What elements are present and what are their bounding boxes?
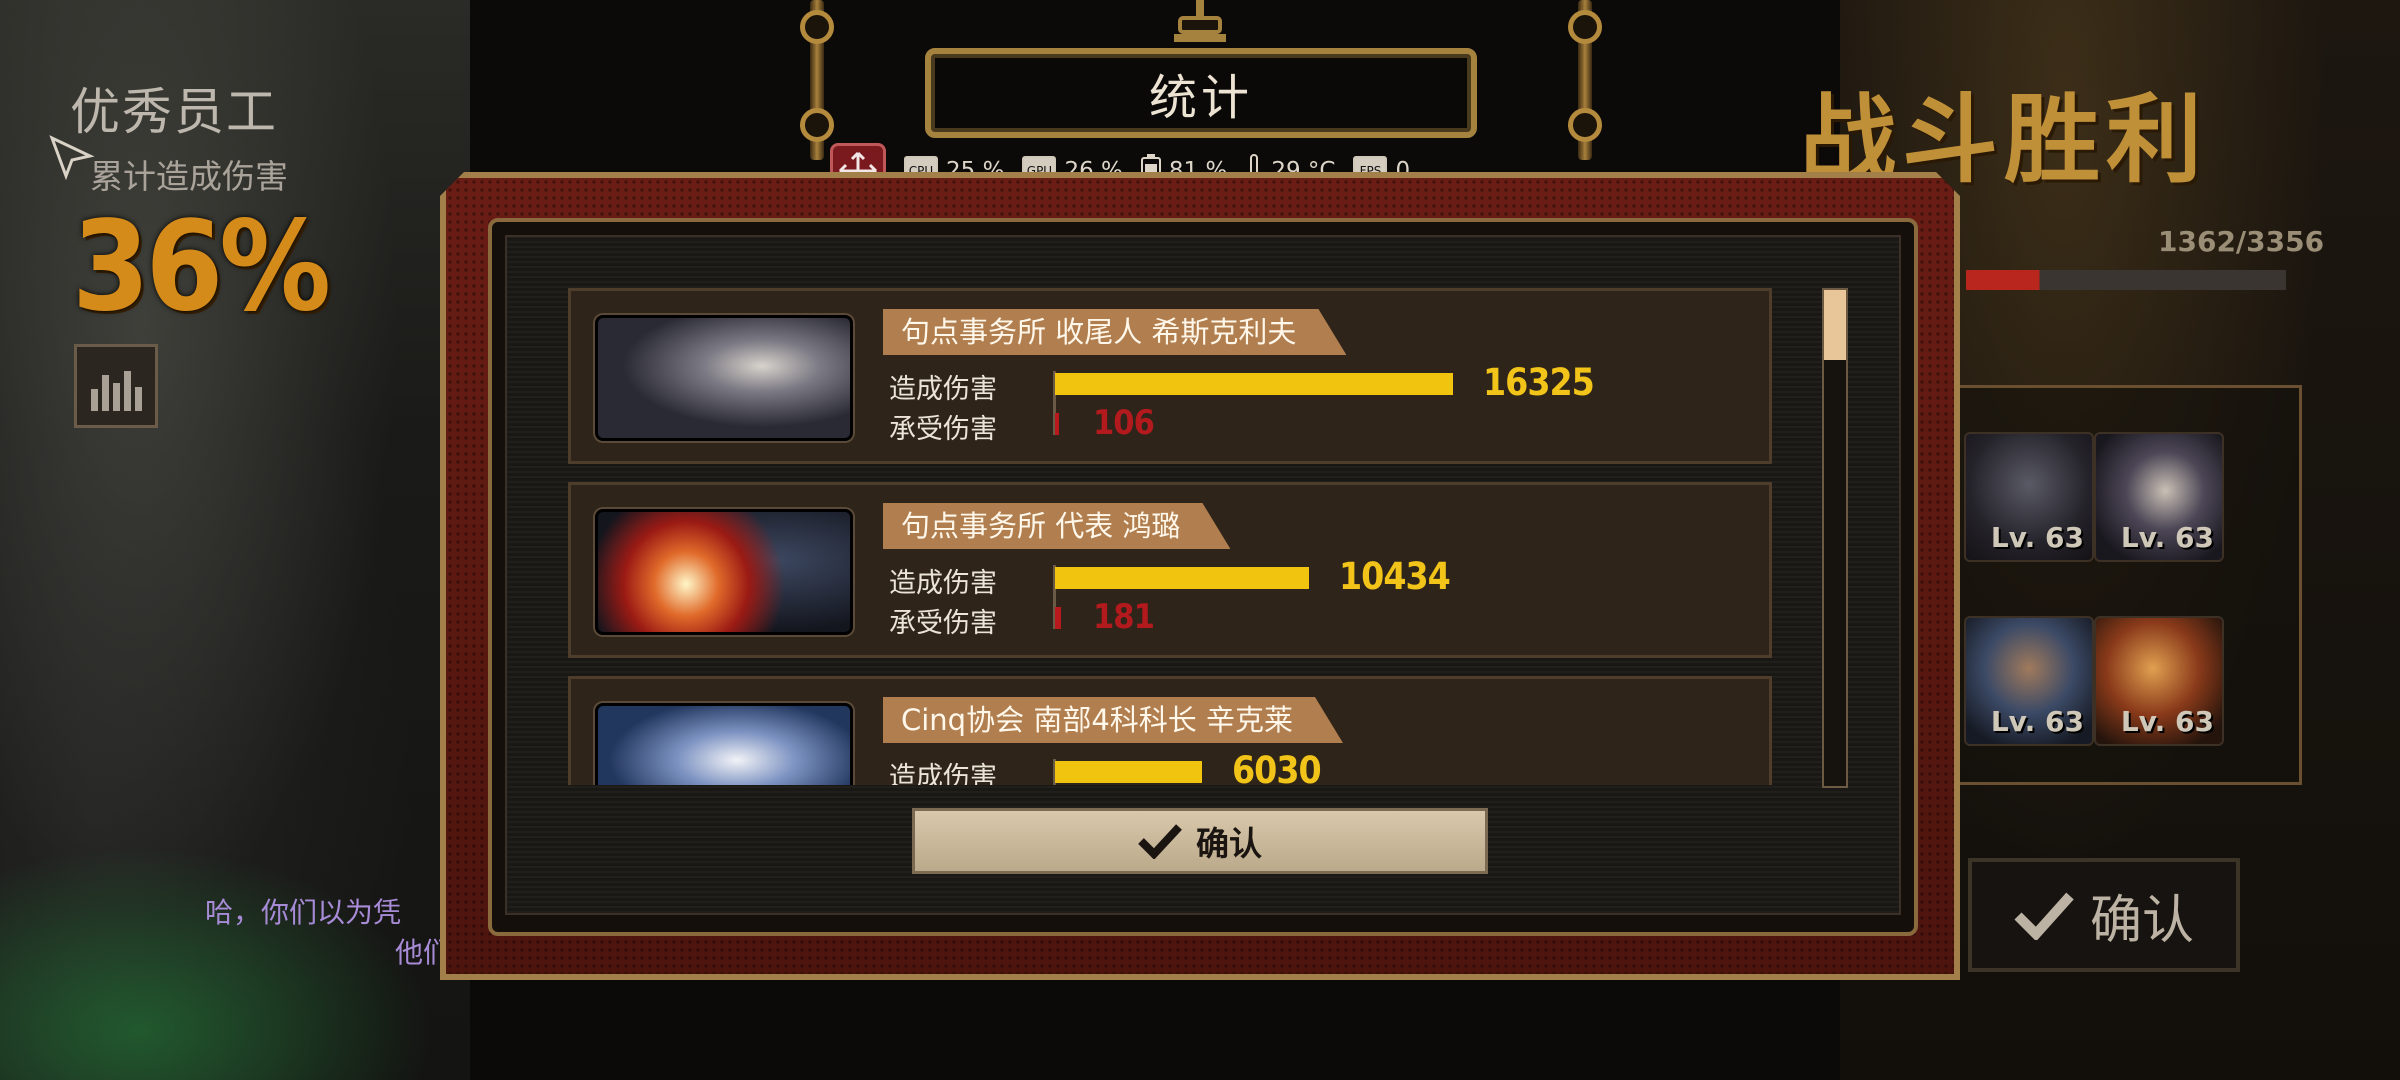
damage-taken-value: 106 [1093, 403, 1155, 443]
damage-dealt-label: 造成伤害 [889, 374, 997, 405]
left-pillar-ring-bottom [800, 108, 834, 142]
damage-dealt-label: 造成伤害 [889, 568, 997, 599]
damage-dealt-value: 6030 [1232, 749, 1322, 785]
character-stats-list[interactable]: 句点事务所 收尾人 希斯克利夫 造成伤害 承受伤害 16325 106 句点事务… [560, 280, 1780, 785]
character-name: 句点事务所 代表 鸿璐 [883, 503, 1230, 549]
character-portrait [595, 509, 853, 635]
checkmark-icon [1138, 824, 1182, 859]
level-label: Lv. 63 [2120, 705, 2214, 738]
bar-chart-icon-bar [112, 383, 120, 411]
bar-chart-icon-bar [134, 387, 142, 411]
team-portrait[interactable]: Lv. 63 [2094, 432, 2224, 562]
team-portrait[interactable]: Lv. 63 [1964, 616, 2094, 746]
dialog-line: 他们 [395, 936, 445, 969]
confirm-label: 确认 [1196, 824, 1262, 863]
background-confirm-label: 确认 [2089, 890, 2194, 951]
damage-dealt-bar [1055, 567, 1309, 589]
right-pillar-ring-top [1568, 10, 1602, 44]
level-label: Lv. 63 [2120, 521, 2214, 554]
damage-percent: 36% [72, 195, 331, 339]
checkmark-icon [2014, 892, 2074, 940]
modal-title: 统计 [925, 48, 1477, 138]
bar-chart-icon-bar [90, 389, 98, 411]
dialog-subtitle: 哈，你们以为凭 他们 [205, 893, 445, 973]
damage-taken-label: 承受伤害 [889, 414, 997, 445]
bar-chart-icon-bar [123, 371, 131, 411]
damage-taken-bar [1055, 413, 1059, 435]
team-portrait[interactable]: Lv. 63 [1964, 432, 2094, 562]
bar-chart-icon-bar [101, 375, 109, 411]
scrollbar-thumb[interactable] [1824, 290, 1846, 360]
excellent-employee-title: 优秀员工 [70, 83, 278, 141]
character-portrait [595, 315, 853, 441]
cumulative-damage-label: 累计造成伤害 [90, 157, 288, 196]
damage-dealt-label: 造成伤害 [889, 762, 997, 785]
damage-dealt-value: 10434 [1339, 555, 1451, 598]
damage-taken-value: 181 [1093, 597, 1155, 637]
damage-taken-bar [1055, 607, 1061, 629]
exp-counter: 1362/3356 [2158, 225, 2325, 258]
character-stat-row: 句点事务所 代表 鸿璐 造成伤害 承受伤害 10434 181 [568, 482, 1772, 658]
damage-dealt-bar [1055, 761, 1202, 783]
background-confirm-button: 确认 [1968, 858, 2240, 972]
damage-dealt-bar [1055, 373, 1453, 395]
team-portrait[interactable]: Lv. 63 [2094, 616, 2224, 746]
list-scrollbar[interactable] [1822, 288, 1848, 788]
left-pillar-ring-top [800, 10, 834, 44]
dialog-line: 哈，你们以为凭 [205, 896, 402, 929]
character-portrait [595, 703, 853, 785]
cursor-arrow-icon [49, 135, 95, 181]
confirm-button[interactable]: 确认 [912, 808, 1488, 874]
character-name: Cinq协会 南部4科科长 辛克莱 [883, 697, 1343, 743]
character-stat-row: 句点事务所 收尾人 希斯克利夫 造成伤害 承受伤害 16325 106 [568, 288, 1772, 464]
stats-chart-button[interactable] [74, 344, 158, 428]
exp-progress-fill [1966, 270, 2286, 290]
level-label: Lv. 63 [1990, 521, 2084, 554]
damage-taken-label: 承受伤害 [889, 608, 997, 639]
damage-dealt-value: 16325 [1483, 361, 1595, 404]
title-ornament-icon [1174, 0, 1226, 42]
right-pillar-ring-bottom [1568, 108, 1602, 142]
level-label: Lv. 63 [1990, 705, 2084, 738]
exp-progress-bar [1966, 270, 2286, 290]
character-stat-row: Cinq协会 南部4科科长 辛克莱 造成伤害 6030 [568, 676, 1772, 785]
character-name: 句点事务所 收尾人 希斯克利夫 [883, 309, 1346, 355]
